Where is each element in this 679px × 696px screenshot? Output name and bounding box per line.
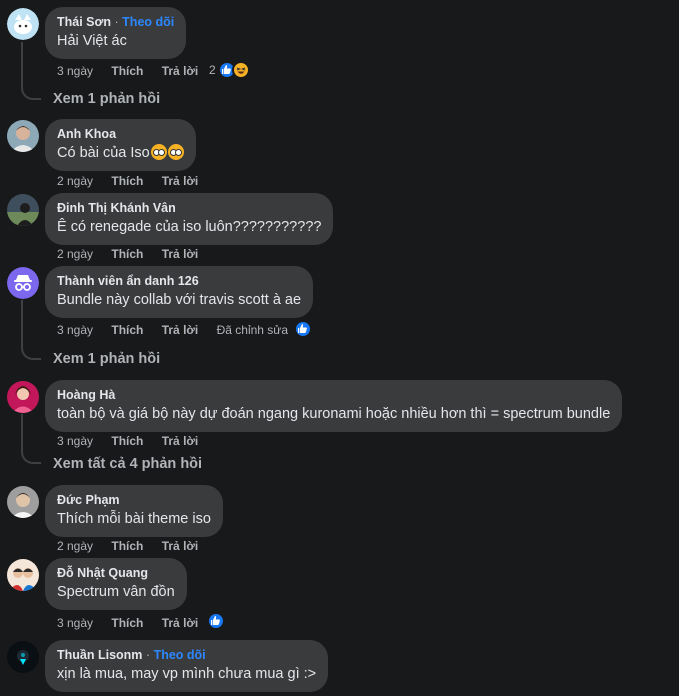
comment-author[interactable]: Thái Sơn xyxy=(57,15,111,29)
comment-bubble: Thành viên ẩn danh 126 Bundle này collab… xyxy=(45,266,314,318)
comment-text: Ê có renegade của iso luôn??????????? xyxy=(57,219,322,235)
comment-actions: 3 ngày Thích Trả lời xyxy=(57,616,213,630)
comment-bubble: Đỗ Nhật Quang Spectrum vân đồn xyxy=(45,558,187,610)
comment-actions: 3 ngày Thích Trả lời xyxy=(57,434,213,448)
comment-text: xịn là mua, may vp mình chưa mua gì :> xyxy=(57,666,317,682)
reaction-count: 2 xyxy=(209,63,216,77)
thread-curve xyxy=(21,340,41,360)
avatar[interactable] xyxy=(7,486,39,518)
comment-time[interactable]: 2 ngày xyxy=(57,174,93,188)
comment-author[interactable]: Đinh Thị Khánh Vân xyxy=(57,201,176,215)
like-button[interactable]: Thích xyxy=(111,323,143,337)
comment-actions: 3 ngày Thích Trả lời Đã chỉnh sửa xyxy=(57,323,303,337)
edited-label[interactable]: Đã chỉnh sửa xyxy=(217,323,288,337)
comment-actions: 2 ngày Thích Trả lời xyxy=(57,539,213,553)
comment-bubble: Hoàng Hà toàn bộ và giá bộ này dự đoán n… xyxy=(45,380,623,432)
reaction-summary[interactable]: 2 xyxy=(209,61,250,79)
like-button[interactable]: Thích xyxy=(111,247,143,261)
comment-text: Hải Việt ác xyxy=(57,33,127,49)
comment-text: toàn bộ và giá bộ này dự đoán ngang kuro… xyxy=(57,406,611,422)
comment-actions: 2 ngày Thích Trả lời xyxy=(57,247,213,261)
comment-bubble: Đinh Thị Khánh Vân Ê có renegade của iso… xyxy=(45,193,334,245)
comment-author[interactable]: Thuần Lisonm xyxy=(57,648,142,662)
reply-button[interactable]: Trả lời xyxy=(162,64,199,78)
thread-curve xyxy=(21,444,41,464)
like-button[interactable]: Thích xyxy=(111,64,143,78)
reply-button[interactable]: Trả lời xyxy=(162,174,199,188)
thread-line xyxy=(21,414,23,444)
comment-bubble: Anh Khoa Có bài của Iso xyxy=(45,119,196,171)
pleading-face-icon xyxy=(167,144,184,160)
thread-line xyxy=(21,42,23,80)
pleading-face-icon xyxy=(150,144,167,160)
reply-button[interactable]: Trả lời xyxy=(162,247,199,261)
comment-bubble: Thái Sơn · Theo dõi Hải Việt ác xyxy=(45,7,187,59)
avatar[interactable] xyxy=(7,381,39,413)
comment-text: Có bài của Iso xyxy=(57,145,150,161)
anonymous-avatar xyxy=(7,267,39,299)
like-reaction-icon xyxy=(294,320,312,338)
like-button[interactable]: Thích xyxy=(111,174,143,188)
avatar[interactable] xyxy=(7,559,39,591)
follow-link[interactable]: Theo dõi xyxy=(122,15,174,29)
comment-actions: 3 ngày Thích Trả lời xyxy=(57,64,213,78)
comment-author[interactable]: Anh Khoa xyxy=(57,127,116,141)
view-replies-link[interactable]: Xem 1 phản hồi xyxy=(53,351,160,367)
comment-time[interactable]: 3 ngày xyxy=(57,323,93,337)
comment-bubble: Đức Phạm Thích mỗi bài theme iso xyxy=(45,485,223,537)
avatar[interactable] xyxy=(7,8,39,40)
avatar[interactable] xyxy=(7,641,39,673)
comment-text: Thích mỗi bài theme iso xyxy=(57,511,211,527)
comment-time[interactable]: 2 ngày xyxy=(57,247,93,261)
reaction-summary[interactable] xyxy=(207,612,225,630)
like-button[interactable]: Thích xyxy=(111,434,143,448)
like-button[interactable]: Thích xyxy=(111,539,143,553)
comment-time[interactable]: 3 ngày xyxy=(57,434,93,448)
thread-line xyxy=(21,300,23,340)
comment-author[interactable]: Đức Phạm xyxy=(57,493,120,507)
comment-author[interactable]: Đỗ Nhật Quang xyxy=(57,566,148,580)
view-replies-link[interactable]: Xem 1 phản hồi xyxy=(53,91,160,107)
like-reaction-icon xyxy=(207,612,225,630)
view-replies-link[interactable]: Xem tất cả 4 phản hồi xyxy=(53,456,202,472)
haha-reaction-icon xyxy=(231,61,250,79)
reply-button[interactable]: Trả lời xyxy=(162,539,199,553)
comment-time[interactable]: 3 ngày xyxy=(57,616,93,630)
avatar[interactable] xyxy=(7,194,39,226)
like-button[interactable]: Thích xyxy=(111,616,143,630)
thread-curve xyxy=(21,80,41,100)
comment-author[interactable]: Thành viên ẩn danh 126 xyxy=(57,274,199,288)
comment-time[interactable]: 2 ngày xyxy=(57,539,93,553)
reaction-summary[interactable] xyxy=(294,320,312,338)
comment-author[interactable]: Hoàng Hà xyxy=(57,388,115,402)
comment-time[interactable]: 3 ngày xyxy=(57,64,93,78)
reply-button[interactable]: Trả lời xyxy=(162,434,199,448)
follow-link[interactable]: Theo dõi xyxy=(154,648,206,662)
reply-button[interactable]: Trả lời xyxy=(162,323,199,337)
comment-bubble: Thuần Lisonm · Theo dõi xịn là mua, may … xyxy=(45,640,329,692)
avatar[interactable] xyxy=(7,120,39,152)
comment-text: Bundle này collab với travis scott à ae xyxy=(57,292,302,308)
comment-actions: 2 ngày Thích Trả lời xyxy=(57,174,213,188)
reply-button[interactable]: Trả lời xyxy=(162,616,199,630)
comment-text: Spectrum vân đồn xyxy=(57,584,175,600)
